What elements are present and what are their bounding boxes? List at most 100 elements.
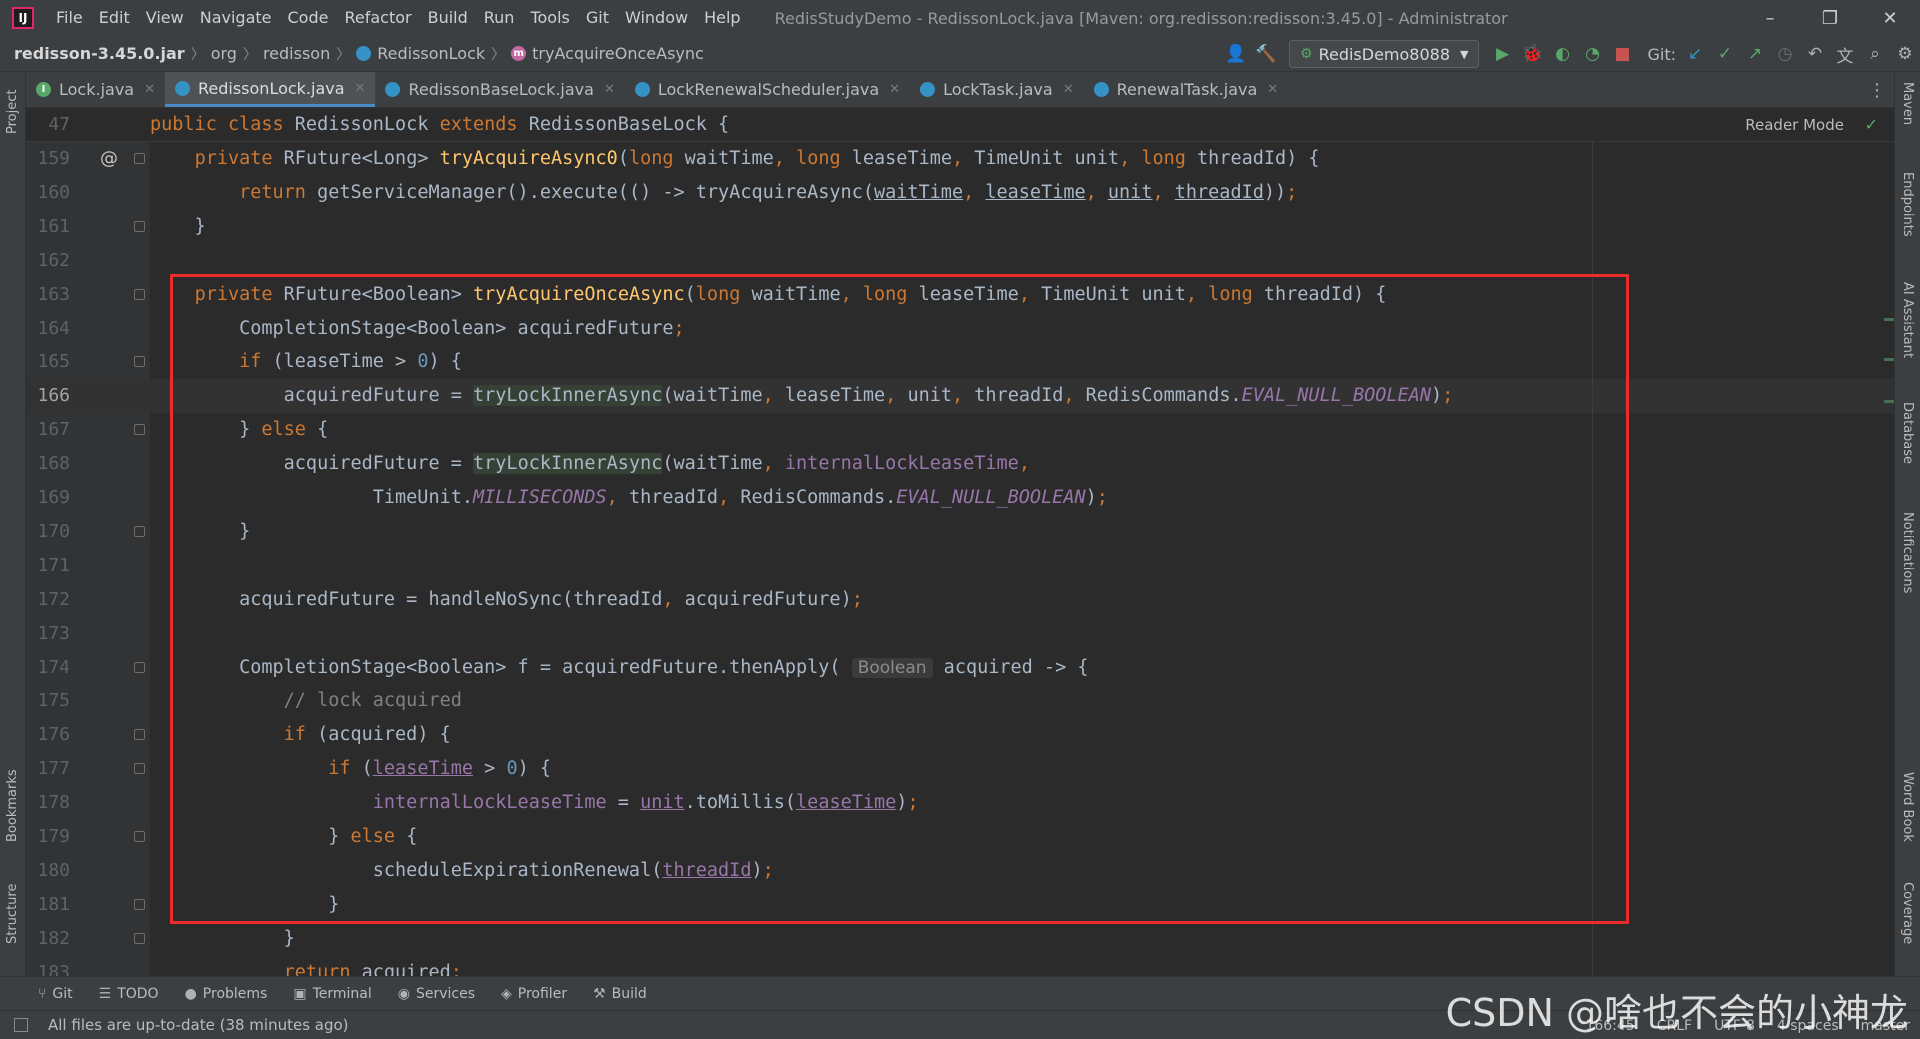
menu-window[interactable]: Window [617, 0, 696, 36]
endpoints-tool-button[interactable]: Endpoints [1900, 172, 1915, 237]
close-tab-icon[interactable]: ✕ [144, 82, 155, 97]
toggle-tool-windows-icon[interactable] [14, 1018, 28, 1032]
translate-icon[interactable]: 文 [1830, 39, 1860, 69]
inspection-ok-icon[interactable]: ✓ [1865, 108, 1878, 142]
code-line[interactable]: 159 @ private RFuture<Long> tryAcquireAsy… [26, 142, 1894, 176]
code-line[interactable]: 182 } [26, 922, 1894, 956]
breadcrumb-package-redisson[interactable]: redisson [263, 44, 330, 63]
breadcrumb-jar[interactable]: redisson-3.45.0.jar [14, 44, 185, 63]
bookmarks-tool-button[interactable]: Bookmarks [5, 769, 20, 842]
tab-renewaltask[interactable]: RenewalTask.java ✕ [1084, 72, 1289, 107]
fold-marker-icon[interactable] [134, 661, 145, 673]
profile-icon[interactable]: ◔ [1577, 39, 1607, 69]
build-hammer-icon[interactable]: 🔨 [1251, 39, 1281, 69]
breadcrumb-package-org[interactable]: org [211, 44, 237, 63]
menu-navigate[interactable]: Navigate [192, 0, 280, 36]
code-line[interactable]: 180 scheduleExpirationRenewal(threadId); [26, 854, 1894, 888]
code-line[interactable]: 171 [26, 549, 1894, 583]
fold-marker-icon[interactable] [134, 729, 145, 741]
run-configuration-select[interactable]: ⚙ RedisDemo8088 ▼ [1289, 40, 1480, 68]
code-line[interactable]: 174 CompletionStage<Boolean> f = acquire… [26, 651, 1894, 685]
breadcrumb-method[interactable]: m tryAcquireOnceAsync [511, 44, 704, 63]
menu-build[interactable]: Build [420, 0, 476, 36]
project-tool-button[interactable]: Project [5, 90, 20, 134]
fold-marker-icon[interactable] [134, 525, 145, 537]
menu-help[interactable]: Help [696, 0, 748, 36]
menu-view[interactable]: View [138, 0, 192, 36]
ai-assistant-tool-button[interactable]: AI Assistant [1900, 282, 1915, 358]
database-tool-button[interactable]: Database [1900, 402, 1915, 464]
code-line[interactable]: 183 return acquired; [26, 956, 1894, 976]
code-line[interactable]: 162 [26, 244, 1894, 278]
debug-icon[interactable]: 🐞 [1517, 39, 1547, 69]
menu-edit[interactable]: Edit [91, 0, 138, 36]
reader-mode-button[interactable]: Reader Mode [1745, 108, 1844, 142]
code-line[interactable]: 173 [26, 617, 1894, 651]
notifications-tool-button[interactable]: Notifications [1900, 512, 1915, 593]
fold-marker-icon[interactable] [134, 831, 145, 842]
code-line[interactable]: 163 private RFuture<Boolean> tryAcquireO… [26, 278, 1894, 312]
tab-lockrenewalscheduler[interactable]: LockRenewalScheduler.java ✕ [625, 72, 910, 107]
code-line[interactable]: 161 } [26, 210, 1894, 244]
stop-icon[interactable]: ■ [1607, 39, 1637, 69]
code-line[interactable]: 178 internalLockLeaseTime = unit.toMilli… [26, 786, 1894, 820]
minimize-button[interactable]: – [1740, 0, 1800, 36]
code-line[interactable]: 166 acquiredFuture = tryLockInnerAsync(w… [26, 379, 1894, 414]
tool-window-profiler[interactable]: ◈ Profiler [501, 986, 567, 1002]
code-line[interactable]: 175 // lock acquired [26, 684, 1894, 718]
structure-tool-button[interactable]: Structure [5, 884, 20, 944]
fold-marker-icon[interactable] [134, 763, 145, 775]
sticky-class-header[interactable]: 47 public class RedissonLock extends Red… [26, 108, 1894, 142]
tool-window-build[interactable]: ⚒ Build [593, 986, 647, 1002]
tab-redissonlock[interactable]: RedissonLock.java ✕ [165, 72, 376, 107]
maven-tool-button[interactable]: Maven [1900, 82, 1915, 125]
git-update-icon[interactable]: ↙ [1680, 39, 1710, 69]
close-button[interactable]: ✕ [1860, 0, 1920, 36]
code-line[interactable]: 170 } [26, 515, 1894, 549]
tool-window-problems[interactable]: ● Problems [185, 986, 268, 1002]
fold-marker-icon[interactable] [134, 898, 145, 910]
tool-window-todo[interactable]: ☰ TODO [99, 986, 159, 1002]
gear-icon[interactable]: ⚙ [1890, 39, 1920, 69]
close-tab-icon[interactable]: ✕ [889, 82, 900, 97]
user-icon[interactable]: 👤 [1221, 39, 1251, 69]
code-line[interactable]: 167 } else { [26, 413, 1894, 447]
rollback-icon[interactable]: ↶ [1800, 39, 1830, 69]
fold-marker-icon[interactable] [134, 153, 145, 164]
restore-button[interactable]: ❐ [1800, 0, 1860, 36]
git-push-icon[interactable]: ↗ [1740, 39, 1770, 69]
more-vertical-icon[interactable]: ⋮ [1868, 72, 1886, 108]
code-line[interactable]: 177 if (leaseTime > 0) { [26, 752, 1894, 786]
tool-window-terminal[interactable]: ▣ Terminal [293, 986, 371, 1002]
menu-tools[interactable]: Tools [522, 0, 577, 36]
close-tab-icon[interactable]: ✕ [355, 81, 366, 96]
coverage-tool-button[interactable]: Coverage [1900, 882, 1915, 944]
code-line[interactable]: 179 } else { [26, 820, 1894, 854]
override-marker-icon[interactable]: @ [100, 142, 118, 176]
code-line[interactable]: 160 return getServiceManager().execute((… [26, 176, 1894, 210]
tool-window-services[interactable]: ◉ Services [398, 986, 475, 1002]
fold-marker-icon[interactable] [134, 220, 145, 232]
code-line[interactable]: 164 CompletionStage<Boolean> acquiredFut… [26, 312, 1894, 346]
fold-marker-icon[interactable] [134, 424, 145, 436]
code-line[interactable]: 181 } [26, 888, 1894, 922]
breadcrumb-class[interactable]: RedissonLock [356, 44, 485, 63]
code-line[interactable]: 176 if (acquired) { [26, 718, 1894, 752]
git-commit-icon[interactable]: ✓ [1710, 39, 1740, 69]
fold-marker-icon[interactable] [134, 932, 145, 944]
menu-run[interactable]: Run [476, 0, 523, 36]
search-icon[interactable]: ⌕ [1860, 39, 1890, 69]
menu-file[interactable]: File [48, 0, 91, 36]
code-editor[interactable]: 47 public class RedissonLock extends Red… [26, 108, 1894, 976]
close-tab-icon[interactable]: ✕ [1267, 82, 1278, 97]
fold-marker-icon[interactable] [134, 356, 145, 368]
code-line[interactable]: 165 if (leaseTime > 0) { [26, 345, 1894, 379]
tab-redissonbaselock[interactable]: RedissonBaseLock.java ✕ [375, 72, 624, 107]
tab-locktask[interactable]: LockTask.java ✕ [910, 72, 1084, 107]
close-tab-icon[interactable]: ✕ [604, 82, 615, 97]
menu-code[interactable]: Code [280, 0, 337, 36]
close-tab-icon[interactable]: ✕ [1063, 82, 1074, 97]
code-line[interactable]: 172 acquiredFuture = handleNoSync(thread… [26, 583, 1894, 617]
intellij-logo-icon[interactable]: IJ [12, 7, 34, 29]
tab-lock[interactable]: I Lock.java ✕ [26, 72, 165, 107]
